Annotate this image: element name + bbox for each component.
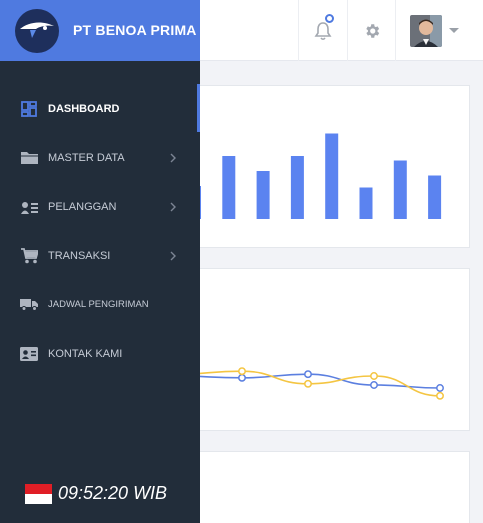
sidebar-item-dashboard[interactable]: DASHBOARD <box>0 89 200 129</box>
sidebar-item-label: DASHBOARD <box>48 103 120 115</box>
brand-name: PT BENOA PRIMA <box>73 22 197 38</box>
sidebar-item-label: KONTAK KAMI <box>48 348 123 360</box>
chart-point <box>370 381 378 389</box>
line-chart-card <box>200 268 470 431</box>
chart-bar <box>256 171 270 219</box>
clock: 09:52:20 WIB <box>25 483 167 504</box>
cart-icon <box>20 247 38 265</box>
contact-card-icon <box>20 345 38 363</box>
sidebar-item-label: PELANGGAN <box>48 201 117 213</box>
chart-bar <box>222 156 236 219</box>
top-bar: PT BENOA PRIMA <box>0 0 483 61</box>
chart-bar <box>325 133 339 219</box>
chevron-right-icon <box>170 251 176 261</box>
sidebar-item-transaksi[interactable]: TRANSAKSI <box>0 236 200 276</box>
bar-chart-card <box>200 85 470 248</box>
user-avatar <box>410 15 442 47</box>
chart-bar <box>359 187 373 219</box>
chart-point <box>436 391 444 400</box>
chart-bar <box>428 175 442 219</box>
sidebar-item-pelanggan[interactable]: PELANGGAN <box>0 187 200 227</box>
sidebar-item-kontak-kami[interactable]: KONTAK KAMI <box>0 334 200 374</box>
chart-bar <box>393 160 407 219</box>
dashboard-icon <box>20 100 38 118</box>
gear-icon <box>365 23 379 38</box>
sidebar-item-label: MASTER DATA <box>48 152 125 164</box>
brand-logo-icon <box>15 9 59 53</box>
chevron-right-icon <box>170 153 176 163</box>
info-card <box>200 451 470 523</box>
chart-point <box>304 370 312 379</box>
settings-button[interactable] <box>347 0 395 61</box>
chart-point <box>238 373 246 382</box>
sidebar: DASHBOARD MASTER DATA PELANGGAN TRANSAKS… <box>0 61 200 523</box>
chart-point <box>238 367 246 376</box>
sidebar-item-label: TRANSAKSI <box>48 250 111 262</box>
sidebar-item-label: JADWAL PENGIRIMAN <box>48 298 149 310</box>
notification-dot <box>325 14 334 23</box>
notifications-button[interactable] <box>298 0 347 61</box>
chart-bar <box>200 186 201 219</box>
sidebar-item-master-data[interactable]: MASTER DATA <box>0 138 200 178</box>
chevron-right-icon <box>170 202 176 212</box>
chart-point <box>304 379 312 388</box>
line-chart <box>200 367 444 400</box>
chart-bar <box>290 156 304 219</box>
chart-line <box>200 373 441 389</box>
chart-point <box>370 372 378 380</box>
user-menu[interactable] <box>395 0 483 61</box>
bell-icon <box>314 21 332 40</box>
clock-time: 09:52:20 WIB <box>58 483 168 503</box>
customers-icon <box>20 198 38 216</box>
truck-icon <box>20 295 38 313</box>
indonesia-flag-icon <box>25 483 52 504</box>
sidebar-item-jadwal-pengiriman[interactable]: JADWAL PENGIRIMAN <box>0 284 200 324</box>
bar-chart <box>200 133 442 219</box>
chevron-down-icon[interactable] <box>449 28 459 33</box>
folder-icon <box>20 149 38 167</box>
chart-point <box>436 384 444 392</box>
brand-header[interactable]: PT BENOA PRIMA <box>0 0 200 61</box>
